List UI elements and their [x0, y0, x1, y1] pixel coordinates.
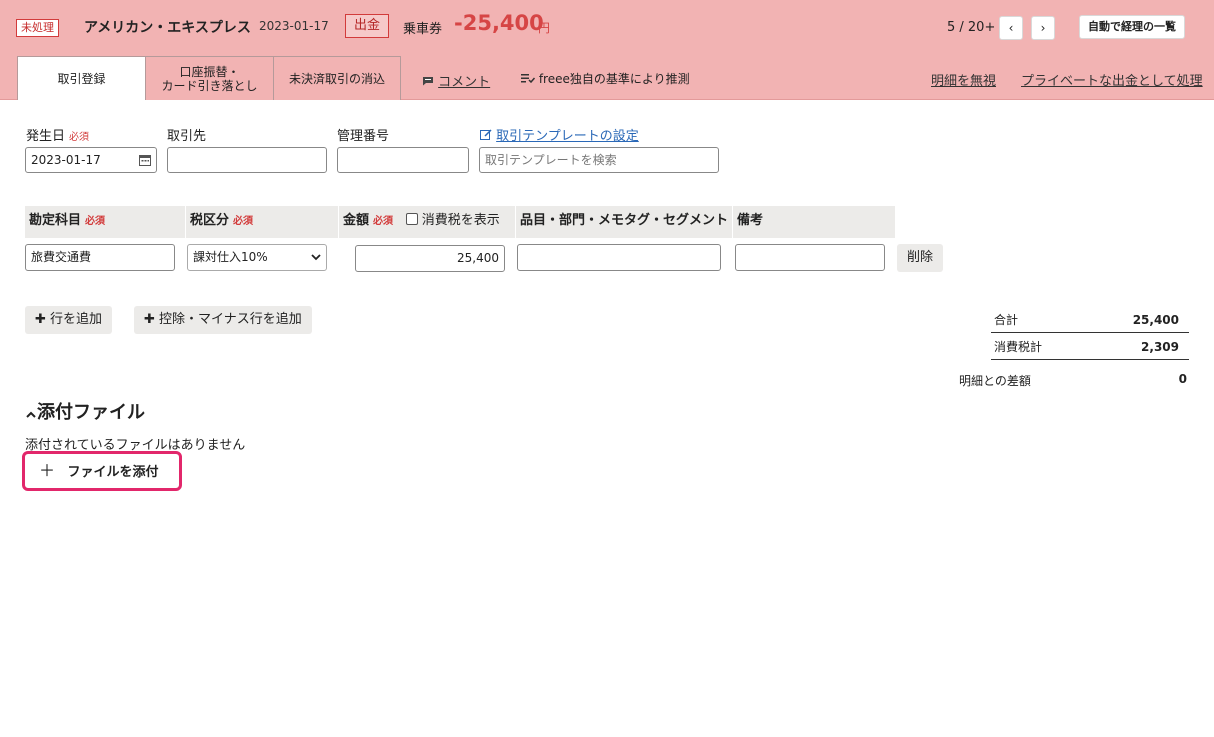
- template-settings-label: 取引テンプレートの設定: [496, 129, 639, 144]
- chevron-left-icon: ‹: [1008, 21, 1014, 35]
- auto-list-button[interactable]: 自動で経理の一覧: [1079, 15, 1185, 39]
- calendar-icon[interactable]: [139, 154, 151, 166]
- items-header: 品目・部門・メモタグ・セグメント: [516, 206, 732, 238]
- show-tax-label: 消費税を表示: [421, 213, 500, 228]
- tab-reconcile-label: 未決済取引の消込: [288, 71, 385, 86]
- mgmt-number-label: 管理番号: [337, 129, 390, 144]
- chevron-right-icon: ›: [1040, 21, 1046, 35]
- partner-label: 取引先: [167, 129, 207, 144]
- amount-header-label: 金額: [343, 213, 370, 228]
- date-value: 2023-01-17: [31, 153, 101, 167]
- plus-icon: ✚: [35, 312, 46, 327]
- account-name: アメリカン・エキスプレス: [84, 20, 251, 36]
- account-header: 勘定科目 必須: [25, 206, 185, 238]
- template-settings-link[interactable]: 取引テンプレートの設定: [480, 125, 639, 144]
- total-row: 合計 25,400: [991, 307, 1189, 333]
- chevron-down-icon: [311, 254, 321, 261]
- next-button[interactable]: ›: [1031, 16, 1055, 40]
- diff-label: 明細との差額: [959, 374, 1031, 388]
- add-minus-row-label: 控除・マイナス行を追加: [159, 312, 302, 327]
- show-tax-toggle[interactable]: 消費税を表示: [405, 213, 500, 228]
- template-search-input[interactable]: 取引テンプレートを検索: [479, 147, 719, 173]
- memo-header: 備考: [733, 206, 895, 238]
- tax-header-label: 税区分: [190, 213, 230, 228]
- tax-total-value: 2,309: [1141, 340, 1179, 354]
- comment-link-label: コメント: [438, 75, 491, 90]
- add-row-button[interactable]: ✚ 行を追加: [25, 306, 113, 334]
- amount-input[interactable]: 25,400: [355, 245, 505, 272]
- tab-transfer-label-2: カード引き落とし: [161, 78, 258, 93]
- account-header-label: 勘定科目: [29, 213, 82, 228]
- attachments-toggle[interactable]: 添付ファイル: [25, 398, 145, 424]
- comment-icon: [423, 77, 433, 86]
- prev-button[interactable]: ‹: [999, 16, 1023, 40]
- currency-unit: 円: [538, 21, 551, 35]
- ignore-link[interactable]: 明細を無視: [931, 70, 996, 89]
- show-tax-checkbox[interactable]: [405, 213, 418, 225]
- transaction-date: 2023-01-17: [259, 19, 329, 33]
- required-mark: 必須: [373, 216, 394, 227]
- transaction-description: 乗車券: [403, 22, 443, 37]
- memo-input[interactable]: [735, 244, 885, 271]
- partner-input[interactable]: [167, 147, 327, 173]
- total-label: 合計: [994, 313, 1019, 327]
- tax-header: 税区分 必須: [186, 206, 338, 238]
- transaction-amount: -25,400: [454, 11, 544, 35]
- tab-register[interactable]: 取引登録: [17, 56, 146, 100]
- items-input[interactable]: [517, 244, 721, 271]
- diff-value: 0: [1178, 372, 1187, 386]
- plus-icon: ✚: [144, 312, 155, 327]
- tax-total-label: 消費税計: [994, 340, 1043, 354]
- date-label: 発生日 必須: [26, 125, 89, 144]
- attach-file-label: ファイルを添付: [67, 465, 159, 480]
- plus-icon: ＋: [39, 461, 56, 480]
- edit-icon: [480, 129, 492, 140]
- tab-transfer[interactable]: 口座振替・ カード引き落とし: [145, 56, 274, 100]
- delete-row-button[interactable]: 削除: [897, 244, 944, 272]
- attach-file-button[interactable]: ＋ ファイルを添付: [22, 451, 182, 491]
- date-input[interactable]: 2023-01-17: [25, 147, 157, 173]
- estimate-note: freee独自の基準により推測: [521, 70, 690, 87]
- date-label-text: 発生日: [26, 129, 66, 144]
- amount-header: 金額 必須 消費税を表示: [339, 206, 515, 238]
- type-badge: 出金: [345, 14, 390, 38]
- add-row-label: 行を追加: [50, 312, 103, 327]
- list-check-icon: [521, 74, 536, 84]
- required-mark: 必須: [85, 216, 106, 227]
- tab-transfer-label-1: 口座振替・: [179, 64, 240, 79]
- comment-link[interactable]: コメント: [422, 71, 490, 90]
- status-badge: 未処理: [16, 19, 59, 37]
- estimate-note-label: freee独自の基準により推測: [538, 72, 690, 86]
- attachments-title: 添付ファイル: [37, 402, 145, 423]
- tax-select-value: 課対仕入10%: [193, 250, 268, 264]
- total-value: 25,400: [1132, 313, 1179, 327]
- account-input[interactable]: 旅費交通費: [25, 244, 175, 271]
- private-link[interactable]: プライベートな出金として処理: [1021, 70, 1203, 89]
- tab-register-label: 取引登録: [57, 71, 106, 86]
- chevron-up-icon: [26, 411, 36, 418]
- mgmt-number-input[interactable]: [337, 147, 469, 173]
- tax-select[interactable]: 課対仕入10%: [187, 244, 327, 271]
- tax-total-row: 消費税計 2,309: [991, 334, 1189, 360]
- required-mark: 必須: [233, 216, 254, 227]
- add-minus-row-button[interactable]: ✚ 控除・マイナス行を追加: [134, 306, 312, 334]
- transaction-header: 未処理 アメリカン・エキスプレス 2023-01-17 出金 乗車券 -25,4…: [0, 0, 1214, 100]
- pager-position: 5 / 20+: [947, 20, 996, 35]
- tab-reconcile[interactable]: 未決済取引の消込: [273, 56, 401, 100]
- required-mark: 必須: [69, 132, 90, 143]
